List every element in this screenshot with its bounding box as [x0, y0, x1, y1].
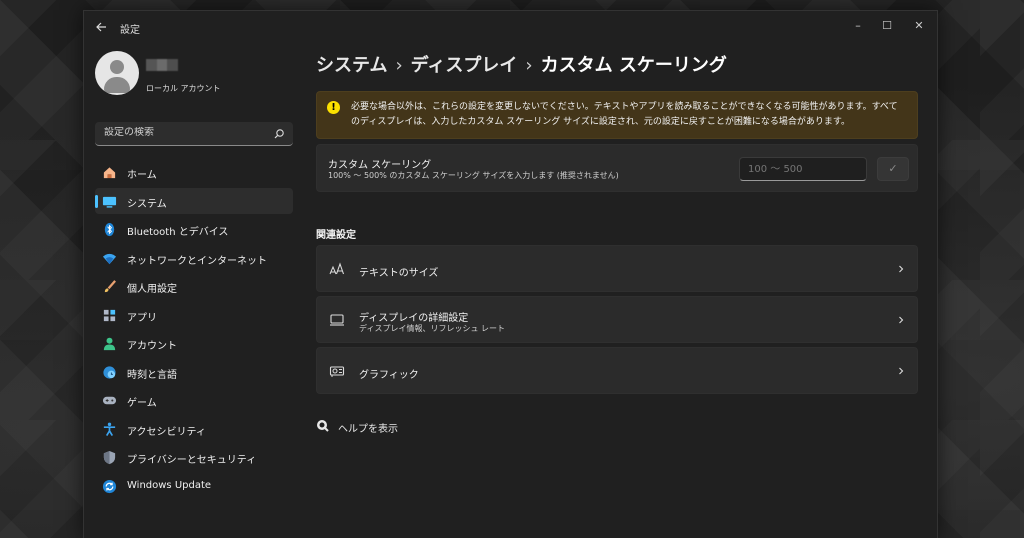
search-icon[interactable]	[273, 128, 285, 140]
sidebar-item-label: プライバシーとセキュリティ	[127, 455, 257, 466]
sidebar: ローカル アカウント ホーム システム	[84, 45, 304, 538]
sidebar-item-personalization[interactable]: 個人用設定	[95, 273, 293, 299]
avatar[interactable]	[95, 51, 139, 95]
globe-clock-icon	[103, 365, 116, 379]
sidebar-item-label: ネットワークとインターネット	[127, 255, 267, 267]
row-title: テキストのサイズ	[359, 268, 439, 279]
sidebar-item-label: Bluetooth とデバイス	[127, 227, 229, 238]
sidebar-item-label: ホーム	[127, 170, 157, 181]
avatar-body	[104, 77, 130, 93]
page-title: カスタム スケーリング	[540, 55, 727, 76]
app-title: 設定	[120, 25, 140, 36]
sidebar-item-home[interactable]: ホーム	[95, 159, 293, 185]
chevron-right-icon	[899, 265, 904, 273]
account-type-label: ローカル アカウント	[146, 84, 221, 93]
sidebar-item-gaming[interactable]: ゲーム	[95, 387, 293, 413]
sidebar-item-label: アクセシビリティ	[127, 426, 206, 438]
custom-scaling-card: カスタム スケーリング 100% 〜 500% のカスタム スケーリング サイズ…	[316, 144, 918, 192]
sidebar-item-windows-update[interactable]: Windows Update	[95, 473, 293, 499]
bluetooth-icon	[104, 222, 115, 237]
apps-icon	[103, 309, 116, 321]
sidebar-item-privacy[interactable]: プライバシーとセキュリティ	[95, 444, 293, 470]
search-input[interactable]	[104, 127, 264, 138]
related-row-advanced-display[interactable]: ディスプレイの詳細設定 ディスプレイ情報、リフレッシュ レート	[316, 296, 918, 343]
row-subtitle: ディスプレイ情報、リフレッシュ レート	[359, 324, 505, 333]
row-title: ディスプレイの詳細設定	[359, 313, 469, 324]
get-help-label: ヘルプを表示	[338, 424, 398, 435]
home-icon	[103, 167, 116, 179]
sidebar-item-network[interactable]: ネットワークとインターネット	[95, 245, 293, 271]
apply-button[interactable]: ✓	[877, 157, 909, 181]
warning-icon: !	[327, 101, 340, 114]
monitor-icon	[330, 314, 344, 326]
breadcrumb-separator: ›	[395, 55, 403, 76]
custom-scaling-description: 100% 〜 500% のカスタム スケーリング サイズを入力します (推奨され…	[328, 171, 619, 180]
sidebar-item-bluetooth[interactable]: Bluetooth とデバイス	[95, 216, 293, 242]
sidebar-item-apps[interactable]: アプリ	[95, 302, 293, 328]
accessibility-icon	[103, 422, 116, 436]
sidebar-item-system[interactable]: システム	[95, 187, 293, 214]
help-chat-icon	[317, 420, 329, 432]
person-icon	[103, 337, 116, 351]
gamepad-icon	[102, 396, 117, 405]
avatar-head	[110, 60, 124, 74]
warning-text: 必要な場合以外は、これらの設定を変更しないでください。テキストやアプリを読み取る…	[351, 102, 898, 127]
chevron-right-icon	[899, 367, 904, 375]
sidebar-item-label: 時刻と言語	[127, 369, 177, 381]
breadcrumb-item-system[interactable]: システム	[316, 55, 387, 76]
sidebar-item-label: ゲーム	[127, 398, 157, 409]
sidebar-nav: ホーム システム Bluetooth とデバイス ネットワークとインターネット	[95, 159, 293, 501]
maximize-button[interactable]: ☐	[872, 16, 902, 36]
custom-scaling-title: カスタム スケーリング	[328, 160, 432, 171]
sidebar-item-label: 個人用設定	[127, 284, 177, 295]
custom-scaling-input[interactable]	[739, 157, 867, 181]
settings-window: 設定 – ☐ ✕ ローカル アカウント ホーム	[83, 10, 938, 538]
sync-icon	[102, 479, 117, 493]
system-icon	[102, 196, 117, 208]
shield-icon	[103, 450, 116, 465]
sidebar-item-label: システム	[127, 198, 167, 210]
wifi-icon	[102, 253, 117, 264]
graphics-card-icon	[329, 366, 345, 377]
sidebar-item-label: Windows Update	[127, 479, 212, 491]
close-button[interactable]: ✕	[904, 16, 934, 36]
sidebar-item-label: アカウント	[127, 341, 177, 352]
title-bar: 設定 – ☐ ✕	[84, 11, 937, 45]
sidebar-item-label: アプリ	[127, 312, 157, 324]
breadcrumb-item-display[interactable]: ディスプレイ	[411, 55, 518, 76]
main-content: システム › ディスプレイ › カスタム スケーリング ! 必要な場合以外は、これらの設…	[316, 45, 919, 538]
back-arrow-icon[interactable]	[94, 21, 108, 35]
brush-icon	[104, 280, 116, 293]
breadcrumb: システム › ディスプレイ › カスタム スケーリング	[316, 51, 727, 77]
related-settings-heading: 関連設定	[316, 230, 356, 241]
sidebar-item-accessibility[interactable]: アクセシビリティ	[95, 416, 293, 442]
chevron-right-icon	[899, 316, 904, 324]
search-box[interactable]	[95, 122, 293, 146]
row-title: グラフィック	[359, 370, 419, 381]
sidebar-item-accounts[interactable]: アカウント	[95, 330, 293, 356]
user-name-redacted	[146, 59, 178, 71]
minimize-button[interactable]: –	[843, 16, 873, 36]
breadcrumb-separator: ›	[525, 55, 533, 76]
warning-banner: ! 必要な場合以外は、これらの設定を変更しないでください。テキストやアプリを読み…	[316, 91, 918, 139]
sidebar-item-time-language[interactable]: 時刻と言語	[95, 359, 293, 385]
related-row-text-size[interactable]: テキストのサイズ	[316, 245, 918, 292]
related-row-graphics[interactable]: グラフィック	[316, 347, 918, 394]
text-size-icon	[329, 262, 345, 275]
